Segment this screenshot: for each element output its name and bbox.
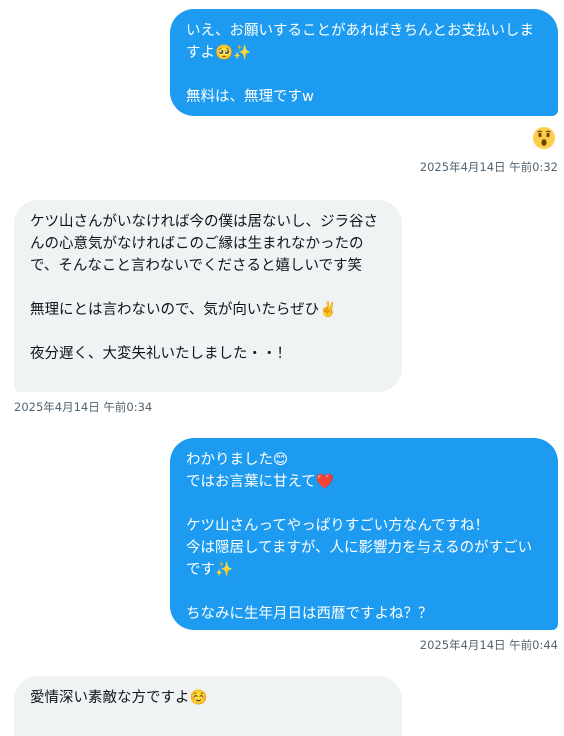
message-bubble-incoming[interactable]: 愛情深い素敵な方ですよ☺️ [14,676,402,736]
message-timestamp: 2025年4月14日 午前0:32 [419,160,558,174]
message-timestamp: 2025年4月14日 午前0:34 [14,400,153,414]
message-bubble-outgoing[interactable]: わかりました😊 ではお言葉に甘えて❤️ ケツ山さんってやっぱりすごい方なんですね… [170,438,558,630]
reaction-astonished-emoji-icon[interactable] [532,126,556,150]
message-timestamp: 2025年4月14日 午前0:44 [419,638,558,652]
message-bubble-outgoing[interactable]: いえ、お願いすることがあればきちんとお支払いしますよ🥺✨ 無料は、無理ですw [170,9,558,116]
message-bubble-incoming[interactable]: ケツ山さんがいなければ今の僕は居ないし、ジラ谷さんの心意気がなければこのご縁は生… [14,200,402,392]
